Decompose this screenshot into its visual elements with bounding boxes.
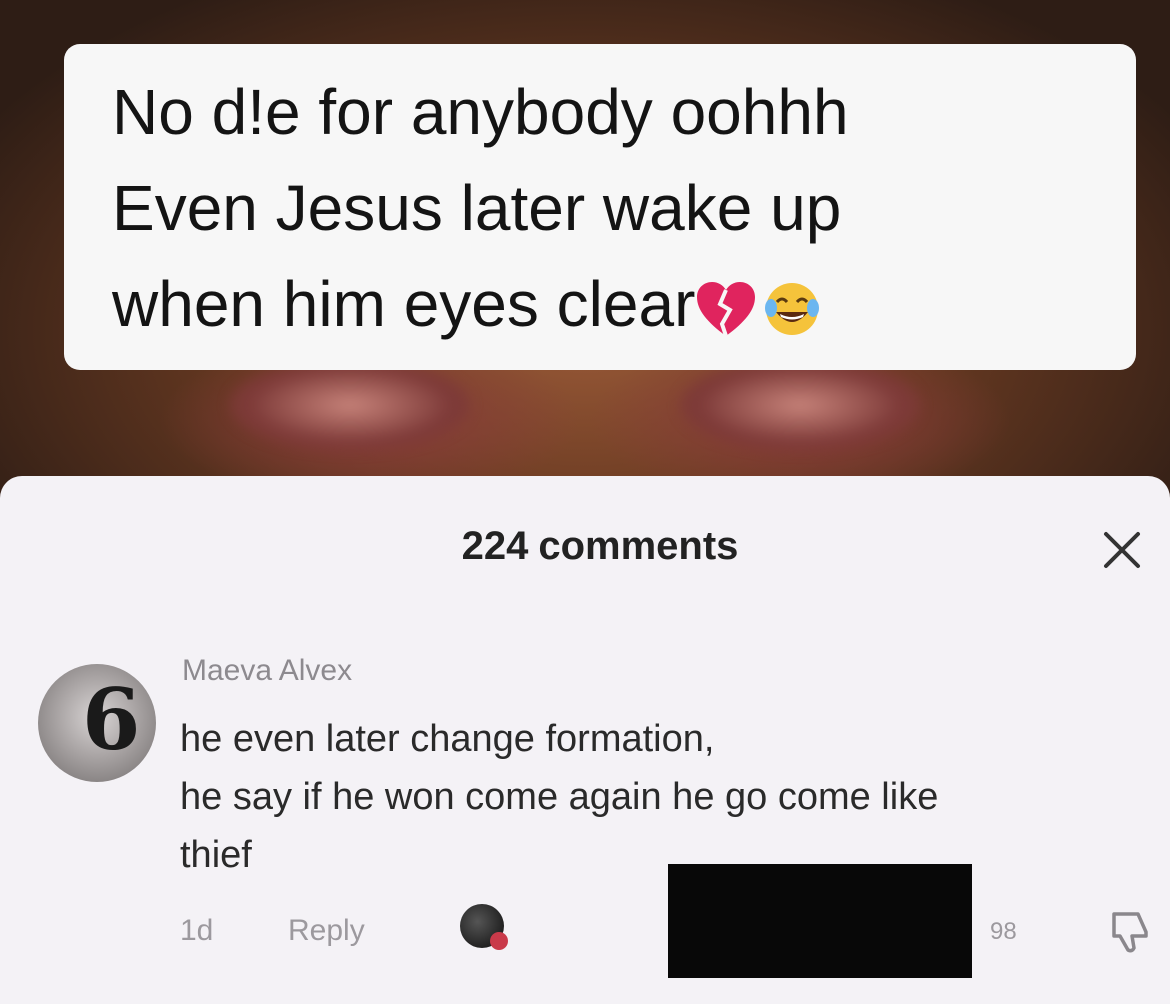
comment-line-3: thief <box>180 834 252 876</box>
dislike-icon[interactable] <box>1104 906 1154 956</box>
caption-line-1: No d!e for anybody oohhh <box>112 76 849 148</box>
caption-line-2: Even Jesus later wake up <box>112 172 842 244</box>
broken-heart-icon <box>695 280 757 338</box>
video-blurred-eye-right <box>680 360 920 450</box>
comments-sheet: 224 comments 6 Maeva Alvex he even later … <box>0 476 1170 1004</box>
tears-of-joy-icon <box>763 280 821 338</box>
comment-line-2: he say if he won come again he go come l… <box>180 776 939 818</box>
comments-header: 224 comments <box>0 524 1170 569</box>
caption-line-3: when him eyes clear <box>112 268 696 340</box>
heart-icon <box>490 932 508 950</box>
redaction-box <box>668 864 972 978</box>
comment-author[interactable]: Maeva Alvex <box>182 654 352 688</box>
close-icon[interactable] <box>1100 528 1144 572</box>
avatar-image: 6 <box>82 670 141 769</box>
comments-count: 224 <box>461 524 529 568</box>
caption-overlay: No d!e for anybody oohhh Even Jesus late… <box>64 44 1136 370</box>
creator-liked-avatar <box>460 904 508 950</box>
caption-line-3-wrapper: when him eyes clear <box>112 256 1112 352</box>
comment-body: he even later change formation, he say i… <box>180 710 1140 884</box>
comment-line-1: he even later change formation, <box>180 718 715 760</box>
like-count: 98 <box>990 918 1017 945</box>
commenter-avatar[interactable]: 6 <box>38 664 156 782</box>
comments-count-label: comments <box>538 524 739 568</box>
reply-button[interactable]: Reply <box>288 914 365 948</box>
comment-timestamp: 1d <box>180 914 214 947</box>
video-blurred-eye-left <box>230 360 470 450</box>
